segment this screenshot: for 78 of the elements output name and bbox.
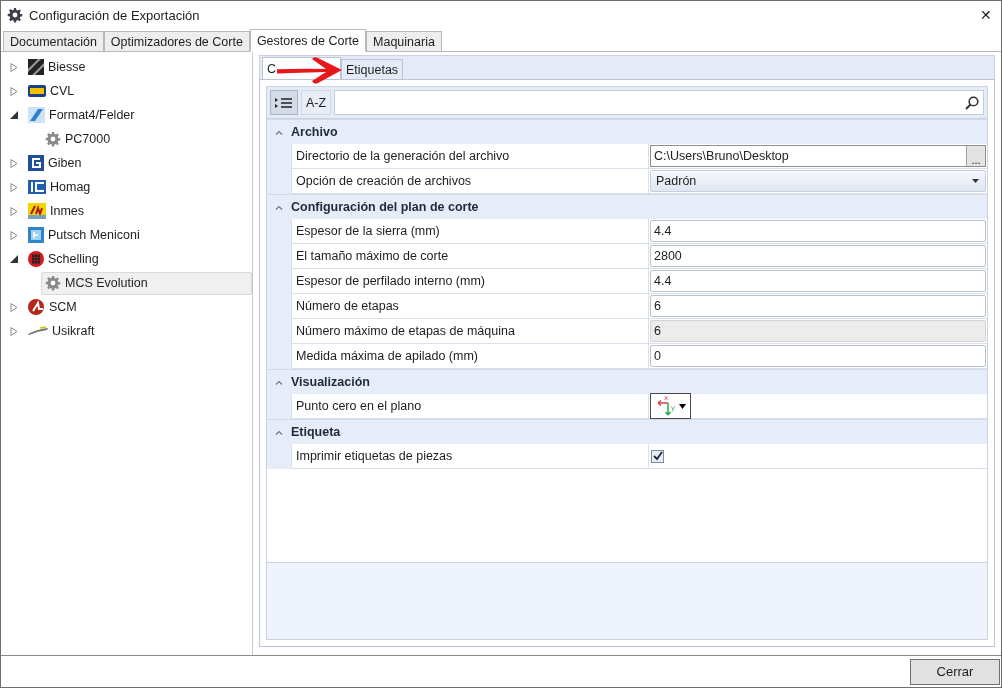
window-title: Configuración de Exportación — [29, 7, 201, 23]
tree-item[interactable]: Homag — [24, 175, 96, 199]
grid-circle-icon — [28, 251, 44, 267]
chevron-up-icon[interactable] — [275, 429, 283, 435]
collapsed-triangle-icon[interactable] — [10, 158, 18, 168]
collapsed-triangle-icon[interactable] — [10, 182, 18, 192]
collapsed-triangle-icon[interactable] — [10, 206, 18, 216]
tab[interactable]: Optimizadores de Corte — [103, 31, 250, 51]
caret-icon — [678, 403, 686, 409]
tab[interactable]: Gestores de Corte — [249, 29, 366, 52]
property-name: Espesor de perfilado interno (mm) — [291, 269, 649, 294]
chevron-up-icon[interactable] — [275, 204, 283, 210]
close-button[interactable]: ✕ — [971, 2, 1001, 28]
property-name: Número de etapas — [291, 294, 649, 319]
tree-item[interactable]: MCS Evolution — [41, 271, 252, 295]
section-header[interactable]: Visualización — [267, 369, 987, 394]
tree-item[interactable]: Giben — [24, 151, 87, 175]
chevron-up-icon[interactable] — [275, 379, 283, 385]
path-field[interactable]: C:\Users\Bruno\Desktop ... — [650, 145, 986, 167]
gear-icon — [45, 131, 61, 147]
input-field[interactable]: 2800 — [650, 245, 986, 267]
tree-item[interactable]: SCM — [24, 295, 82, 319]
input-field[interactable]: 6 — [650, 295, 986, 317]
tree-item[interactable]: Format4/Felder — [24, 103, 140, 127]
categorized-button[interactable] — [270, 90, 298, 115]
tree-item[interactable]: Usikraft — [24, 319, 100, 343]
browse-button[interactable]: ... — [966, 146, 985, 166]
gear-icon — [7, 7, 23, 23]
property-name: Número máximo de etapas de máquina — [291, 319, 649, 344]
square-logo-icon — [28, 155, 44, 171]
circle-logo-icon — [28, 299, 45, 315]
tree-item[interactable]: PC7000 — [41, 127, 116, 151]
input-field[interactable]: 4.4 — [650, 220, 986, 242]
sort-button[interactable]: A-Z — [301, 90, 332, 115]
square-logo-icon — [28, 227, 44, 243]
input-field[interactable]: 4.4 — [650, 270, 986, 292]
chevron-up-icon[interactable] — [275, 129, 283, 135]
tab[interactable]: Documentación — [3, 31, 104, 51]
tab[interactable]: Maquinaria — [366, 31, 442, 51]
tree-item[interactable]: Biesse — [24, 55, 91, 79]
property-name: Punto cero en el plano — [291, 394, 649, 419]
property-name: Medida máxima de apilado (mm) — [291, 344, 649, 369]
collapsed-triangle-icon[interactable] — [10, 62, 18, 72]
list-icon — [275, 96, 293, 109]
swoosh-icon — [28, 326, 48, 336]
search-icon — [965, 95, 979, 110]
checkbox[interactable] — [651, 449, 664, 463]
property-name: El tamaño máximo de corte — [291, 244, 649, 269]
square-logo-icon — [28, 180, 46, 194]
tree-item[interactable]: CVL — [24, 79, 80, 103]
striped-square-icon — [28, 59, 44, 75]
close-dialog-button[interactable]: Cerrar — [910, 658, 1000, 685]
property-name: Espesor de la sierra (mm) — [291, 219, 649, 244]
collapsed-triangle-icon[interactable] — [10, 230, 18, 240]
expanded-triangle-icon[interactable] — [10, 255, 18, 263]
property-name: Directorio de la generación del archivo — [291, 144, 649, 169]
collapsed-triangle-icon[interactable] — [10, 86, 18, 96]
search-field[interactable] — [334, 90, 984, 115]
tab[interactable]: Etiquetas — [341, 59, 404, 79]
property-name: Imprimir etiquetas de piezas — [291, 444, 649, 469]
slanted-tile-icon — [28, 107, 45, 123]
badge-icon — [28, 85, 46, 97]
collapsed-triangle-icon[interactable] — [10, 326, 18, 336]
section-header[interactable]: Configuración del plan de corte — [267, 194, 987, 219]
caret-icon — [972, 179, 979, 183]
property-name: Opción de creación de archivos — [291, 169, 649, 194]
input-field[interactable]: 0 — [650, 345, 986, 367]
dropdown[interactable]: Padrón — [650, 170, 986, 192]
pointer-arrow — [277, 56, 344, 86]
tree-item[interactable]: Putsch Meniconi — [24, 223, 145, 247]
section-header[interactable]: Archivo — [267, 119, 987, 144]
collapsed-triangle-icon[interactable] — [10, 302, 18, 312]
gear-icon — [45, 275, 61, 291]
section-header[interactable]: Etiqueta — [267, 419, 987, 444]
tree-item[interactable]: Schelling — [24, 247, 104, 271]
tree-item[interactable]: Inmes — [24, 199, 90, 223]
expanded-triangle-icon[interactable] — [10, 111, 18, 119]
emblem-icon — [28, 203, 46, 219]
